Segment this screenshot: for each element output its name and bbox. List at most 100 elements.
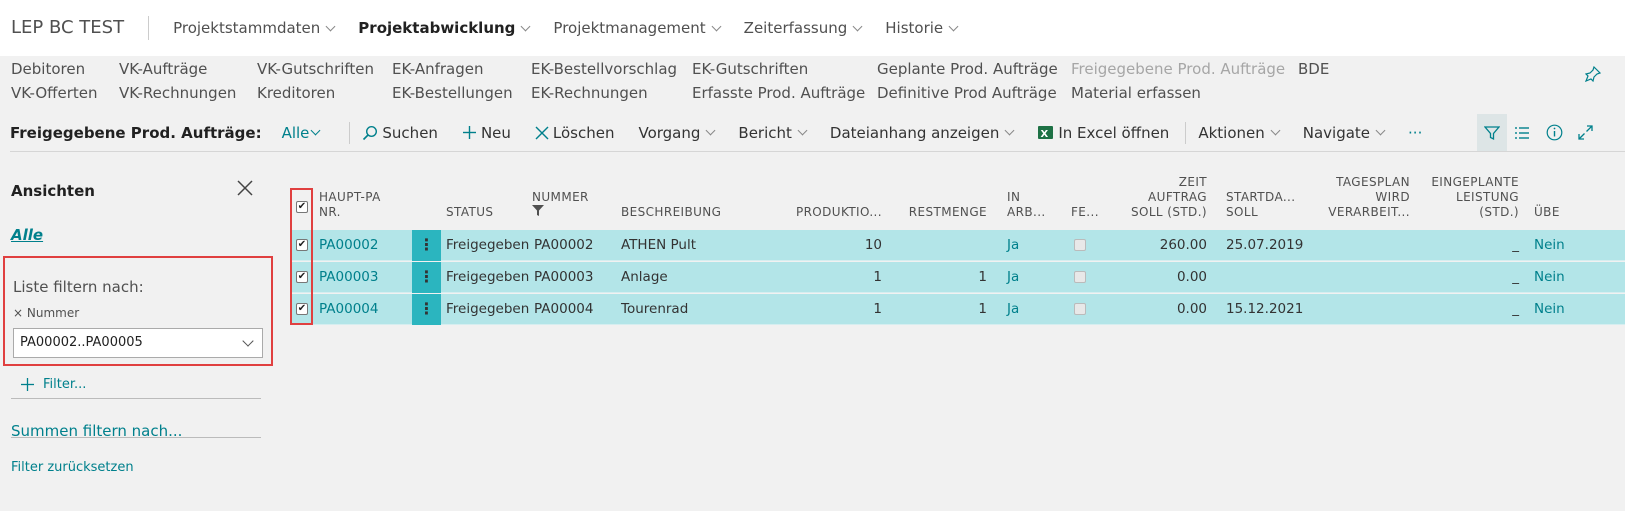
close-icon[interactable]: [235, 178, 255, 198]
excel-button[interactable]: X In Excel öffnen: [1037, 124, 1169, 142]
cell-ube[interactable]: Nein: [1534, 262, 1565, 293]
table-row[interactable]: ✔ PA00003 ⋮ Freigegeben PA00003 Anlage 1…: [290, 262, 1625, 293]
cell-nummer: PA00003: [534, 269, 594, 285]
link-material-erfassen[interactable]: Material erfassen: [1071, 84, 1285, 102]
cell-produktion: 10: [864, 237, 882, 253]
cell-haupt[interactable]: PA00002: [319, 230, 378, 261]
link-debitoren[interactable]: Debitoren: [11, 60, 98, 78]
col-nummer[interactable]: NUMMER: [532, 190, 589, 220]
delete-button[interactable]: Löschen: [535, 124, 614, 142]
info-icon: [1546, 124, 1562, 141]
link-vk-gutschriften[interactable]: VK-Gutschriften: [257, 60, 374, 78]
link-freigegebene-prod-auftraege[interactable]: Freigegebene Prod. Aufträge: [1071, 60, 1285, 78]
new-button[interactable]: Neu: [462, 124, 511, 142]
cell-beschreibung: Anlage: [621, 269, 668, 285]
info-button[interactable]: [1539, 114, 1569, 151]
link-vk-offerten[interactable]: VK-Offerten: [11, 84, 98, 102]
cell-zeit: 0.00: [1176, 301, 1207, 317]
col-status[interactable]: STATUS: [446, 205, 493, 220]
nav-projektabwicklung[interactable]: Projektabwicklung: [358, 19, 531, 37]
col-produktion[interactable]: PRODUKTIO...: [792, 205, 882, 220]
cell-status: Freigegeben: [446, 301, 530, 317]
col-fe[interactable]: FE...: [1071, 205, 1099, 220]
filter-field-tag[interactable]: × Nummer: [13, 306, 79, 320]
aktionen-menu[interactable]: Aktionen: [1198, 124, 1281, 142]
filter-pane-button[interactable]: [1477, 114, 1507, 151]
plus-icon: [21, 378, 34, 391]
link-bde[interactable]: BDE: [1298, 60, 1329, 78]
link-ek-anfragen[interactable]: EK-Anfragen: [392, 60, 513, 78]
expand-button[interactable]: [1570, 114, 1600, 151]
separator: [349, 121, 351, 144]
link-column: BDE: [1298, 60, 1329, 78]
col-restmenge[interactable]: RESTMENGE: [897, 205, 987, 220]
reset-filter-link[interactable]: Filter zurücksetzen: [11, 460, 134, 475]
filter-value-input[interactable]: PA00002..PA00005: [13, 328, 263, 358]
navigate-menu[interactable]: Navigate: [1303, 124, 1386, 142]
cell-haupt[interactable]: PA00003: [319, 262, 378, 293]
col-zeit-auftrag[interactable]: ZEIT AUFTRAG SOLL (STD.): [1112, 175, 1207, 220]
more-options-button[interactable]: ···: [1408, 124, 1422, 142]
cell-restmenge: [897, 230, 987, 261]
link-geplante-prod-auftraege[interactable]: Geplante Prod. Aufträge: [877, 60, 1058, 78]
link-vk-rechnungen[interactable]: VK-Rechnungen: [119, 84, 236, 102]
search-icon: [363, 125, 378, 140]
view-selector[interactable]: Alle: [282, 124, 321, 142]
link-kreditoren[interactable]: Kreditoren: [257, 84, 374, 102]
view-all[interactable]: Alle: [11, 226, 43, 244]
col-eingeplante-leistung[interactable]: EINGEPLANTE LEISTUNG (STD.): [1410, 175, 1519, 220]
search-button[interactable]: Suchen: [362, 124, 438, 142]
row-menu-button[interactable]: ⋮: [412, 262, 441, 293]
chevron-down-icon: [1375, 125, 1386, 136]
col-tagesplan[interactable]: TAGESPLAN WIRD VERARBEIT...: [1300, 175, 1410, 220]
row-menu-button[interactable]: ⋮: [412, 294, 441, 325]
col-beschreibung[interactable]: BESCHREIBUNG: [621, 205, 721, 220]
link-column: EK-Gutschriften Erfasste Prod. Aufträge: [692, 60, 865, 102]
cell-ube[interactable]: Nein: [1534, 294, 1565, 325]
nav-projektstammdaten[interactable]: Projektstammdaten: [173, 19, 336, 37]
navigation-links: Debitoren VK-Offerten VK-Aufträge VK-Rec…: [0, 56, 1625, 110]
link-ek-rechnungen[interactable]: EK-Rechnungen: [531, 84, 677, 102]
nav-projektmanagement[interactable]: Projektmanagement: [553, 19, 722, 37]
col-startdatum[interactable]: STARTDA... SOLL: [1226, 190, 1296, 220]
link-erfasste-prod-auftraege[interactable]: Erfasste Prod. Aufträge: [692, 84, 865, 102]
attachment-menu[interactable]: Dateianhang anzeigen: [830, 124, 1015, 142]
table-row[interactable]: ✔ PA00002 ⋮ Freigegeben PA00002 ATHEN Pu…: [290, 230, 1625, 261]
cell-in-arb[interactable]: Ja: [1007, 294, 1019, 325]
pin-icon[interactable]: [1585, 66, 1601, 82]
link-ek-gutschriften[interactable]: EK-Gutschriften: [692, 60, 865, 78]
bericht-menu[interactable]: Bericht: [738, 124, 808, 142]
remove-filter-icon[interactable]: ×: [13, 306, 23, 320]
chevron-down-icon[interactable]: [242, 335, 254, 347]
nav-historie[interactable]: Historie: [885, 19, 959, 37]
vorgang-menu[interactable]: Vorgang: [638, 124, 716, 142]
cell-in-arb[interactable]: Ja: [1007, 262, 1019, 293]
chevron-down-icon: [520, 21, 531, 31]
add-filter-button[interactable]: Filter...: [20, 377, 86, 392]
cell-ube[interactable]: Nein: [1534, 230, 1565, 261]
col-in-arb[interactable]: IN ARB...: [1007, 190, 1046, 220]
filter-icon: [1484, 125, 1500, 140]
link-ek-bestellungen[interactable]: EK-Bestellungen: [392, 84, 513, 102]
link-definitive-prod-auftraege[interactable]: Definitive Prod Aufträge: [877, 84, 1058, 102]
action-bar: Freigegebene Prod. Aufträge: Alle Suchen…: [10, 114, 1625, 152]
chevron-down-icon: [711, 21, 722, 31]
filter-pane: Ansichten Alle Liste filtern nach: × Num…: [0, 164, 280, 511]
col-ube[interactable]: ÜBE: [1534, 205, 1560, 220]
company-name[interactable]: LEP BC TEST: [0, 16, 150, 40]
link-ek-bestellvorschlag[interactable]: EK-Bestellvorschlag: [531, 60, 677, 78]
list-view-button[interactable]: [1507, 114, 1537, 151]
cell-nummer: PA00002: [534, 237, 594, 253]
close-icon: [535, 126, 549, 139]
cell-start: 15.12.2021: [1226, 301, 1304, 317]
highlight-selection-box: [290, 188, 313, 325]
row-menu-button[interactable]: ⋮: [412, 230, 441, 261]
nav-zeiterfassung[interactable]: Zeiterfassung: [744, 19, 863, 37]
cell-in-arb[interactable]: Ja: [1007, 230, 1019, 261]
link-vk-auftraege[interactable]: VK-Aufträge: [119, 60, 236, 78]
cell-eingeplante: _: [1512, 301, 1519, 317]
cell-haupt[interactable]: PA00004: [319, 294, 378, 325]
table-row[interactable]: ✔ PA00004 ⋮ Freigegeben PA00004 Tourenra…: [290, 294, 1625, 325]
col-haupt-pa-nr[interactable]: HAUPT-PA NR.: [319, 190, 381, 220]
cell-status: Freigegeben: [446, 237, 530, 253]
